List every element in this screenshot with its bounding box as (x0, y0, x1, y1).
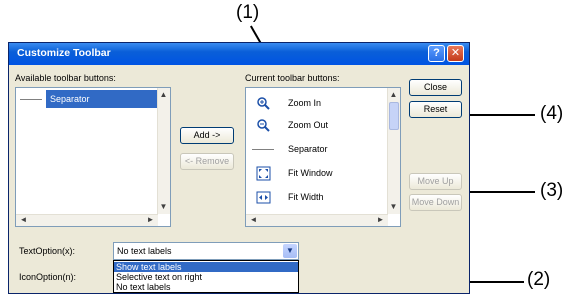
option-selective-text[interactable]: Selective text on right (114, 272, 298, 282)
add-button[interactable]: Add -> (180, 127, 234, 144)
horizontal-scrollbar[interactable]: ◄ ► (246, 214, 388, 226)
scroll-left-icon[interactable]: ◄ (18, 215, 29, 225)
scroll-up-icon[interactable]: ▲ (158, 90, 169, 100)
vertical-scrollbar[interactable]: ▲ ▼ (387, 88, 400, 214)
text-option-dropdown: Show text labels Selective text on right… (113, 260, 299, 293)
zoom-in-icon (256, 96, 271, 111)
move-up-button[interactable]: Move Up (409, 173, 462, 190)
horizontal-scrollbar[interactable]: ◄ ► (16, 214, 158, 226)
zoom-out-icon (256, 118, 271, 133)
scroll-right-icon[interactable]: ► (375, 215, 386, 225)
list-item-zoom-in[interactable]: Zoom In (246, 94, 400, 114)
fit-width-icon (256, 190, 271, 205)
option-no-text-labels[interactable]: No text labels (114, 282, 298, 292)
chevron-down-icon[interactable]: ▼ (283, 244, 297, 258)
option-show-text-labels[interactable]: Show text labels (114, 262, 298, 272)
scroll-right-icon[interactable]: ► (145, 215, 156, 225)
callout-4-line (467, 114, 535, 116)
list-item-fit-width[interactable]: Fit Width (246, 188, 400, 208)
list-item-label: Fit Width (288, 192, 324, 202)
callout-3-line (467, 191, 535, 193)
close-icon[interactable]: ✕ (447, 45, 464, 62)
callout-4: (4) (540, 103, 564, 124)
remove-button[interactable]: <- Remove (180, 153, 234, 170)
list-item[interactable]: Separator (16, 90, 158, 108)
scroll-down-icon[interactable]: ▼ (158, 202, 169, 212)
scroll-down-icon[interactable]: ▼ (388, 202, 399, 212)
list-item-separator[interactable]: Separator (246, 140, 400, 160)
list-item-label: Zoom Out (288, 120, 329, 130)
close-button[interactable]: Close (409, 79, 462, 96)
current-label: Current toolbar buttons: (245, 73, 340, 83)
dialog-title: Customize Toolbar (17, 47, 111, 59)
scroll-up-icon[interactable]: ▲ (388, 90, 399, 100)
customize-toolbar-dialog: Customize Toolbar ? ✕ Available toolbar … (8, 42, 470, 294)
available-listbox[interactable]: Separator ▲ ▼ ◄ ► (15, 87, 171, 227)
text-option-select[interactable]: No text labels ▼ (113, 242, 299, 260)
list-item-label: Fit Window (288, 168, 333, 178)
list-item-label: Zoom In (288, 98, 322, 108)
vertical-scrollbar[interactable]: ▲ ▼ (157, 88, 170, 214)
separator-line-icon (252, 149, 274, 150)
move-down-button[interactable]: Move Down (409, 194, 462, 211)
list-item-zoom-out[interactable]: Zoom Out (246, 116, 400, 136)
help-icon[interactable]: ? (428, 45, 445, 62)
text-option-label: TextOption(x): (19, 246, 76, 256)
list-item-fit-window[interactable]: Fit Window (246, 164, 400, 184)
list-item-label: Separator (288, 144, 328, 154)
text-option-value: No text labels (117, 246, 172, 256)
scroll-left-icon[interactable]: ◄ (248, 215, 259, 225)
scroll-thumb[interactable] (389, 102, 399, 130)
fit-window-icon (256, 166, 271, 181)
separator-line-icon (20, 99, 42, 100)
callout-3: (3) (540, 180, 564, 201)
available-label: Available toolbar buttons: (15, 73, 116, 83)
callout-2: (2) (527, 269, 551, 290)
icon-option-label: IconOption(n): (19, 272, 77, 282)
reset-button[interactable]: Reset (409, 101, 462, 118)
current-listbox[interactable]: Zoom In Zoom Out Separator Fit Window Fi… (245, 87, 401, 227)
list-item-label: Separator (50, 94, 90, 104)
callout-1: (1) (236, 2, 260, 23)
title-bar: Customize Toolbar ? ✕ (9, 43, 469, 65)
